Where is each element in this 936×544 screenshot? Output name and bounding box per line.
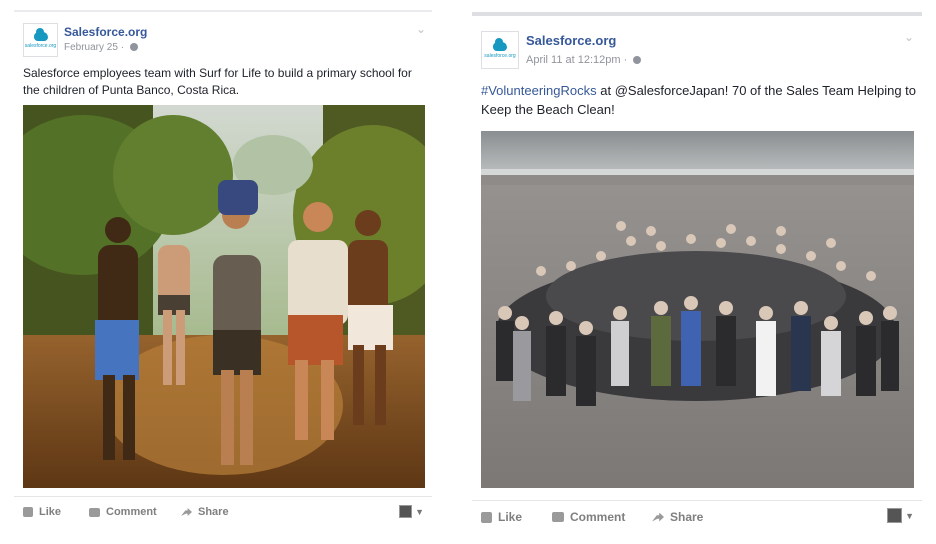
like-button[interactable]: Like [481,510,522,524]
logo-text: salesforce.org [24,42,57,49]
caret-down-icon: ▼ [415,506,424,517]
post-card-1: salesforce.org Salesforce.org February 2… [14,10,432,540]
post-divider [472,12,922,16]
page-name-link[interactable]: Salesforce.org [526,33,616,48]
page-avatar[interactable]: salesforce.org [481,31,519,69]
share-icon [652,512,664,522]
page-avatar-icon [887,508,903,523]
post-as-selector[interactable]: ▼ [887,508,914,523]
page-avatar[interactable]: salesforce.org [23,23,58,57]
comment-icon [89,507,100,517]
logo-text: salesforce.org [484,52,516,59]
globe-icon [129,43,138,52]
post-timestamp[interactable]: February 25 · [64,42,138,53]
share-button[interactable]: Share [181,506,229,518]
post-photo-surf-for-life[interactable] [23,105,425,488]
page-name-link[interactable]: Salesforce.org [64,25,147,39]
comment-label: Comment [570,510,626,524]
post-date: February 25 · [64,42,127,53]
salesforce-cloud-icon [33,27,48,41]
like-icon [23,507,33,517]
page-avatar-icon [399,505,413,518]
caret-down-icon: ▼ [905,510,914,521]
post-date: April 11 at 12:12pm · [526,54,631,66]
chevron-down-icon[interactable]: ⌄ [416,22,426,36]
post-as-selector[interactable]: ▼ [399,505,424,518]
like-label: Like [39,506,62,518]
photo-jungle-path [23,105,425,488]
action-bar: Like Comment Share ▼ [472,500,922,541]
chevron-down-icon[interactable]: ⌄ [904,30,914,44]
photo-beach-group [481,131,914,488]
post-timestamp[interactable]: April 11 at 12:12pm · [526,54,642,66]
comment-button[interactable]: Comment [552,510,625,524]
post-text: #VolunteeringRocks at @SalesforceJapan! … [481,82,916,120]
share-label: Share [198,506,229,518]
share-label: Share [670,510,704,524]
post-divider [14,10,432,12]
comment-label: Comment [106,506,157,518]
hashtag-link[interactable]: #VolunteeringRocks [481,83,597,98]
comment-button[interactable]: Comment [89,506,157,518]
post-photo-beach-cleanup[interactable] [481,131,914,488]
share-icon [181,508,192,516]
salesforce-cloud-icon [493,37,507,51]
like-icon [481,511,492,523]
comment-icon [552,512,564,522]
like-button[interactable]: Like [23,506,61,518]
post-text: Salesforce employees team with Surf for … [23,66,412,98]
share-button[interactable]: Share [652,510,703,524]
post-card-2: salesforce.org Salesforce.org April 11 a… [472,12,922,542]
globe-icon [633,56,642,65]
like-label: Like [498,510,523,524]
action-bar: Like Comment Share ▼ [14,496,432,537]
